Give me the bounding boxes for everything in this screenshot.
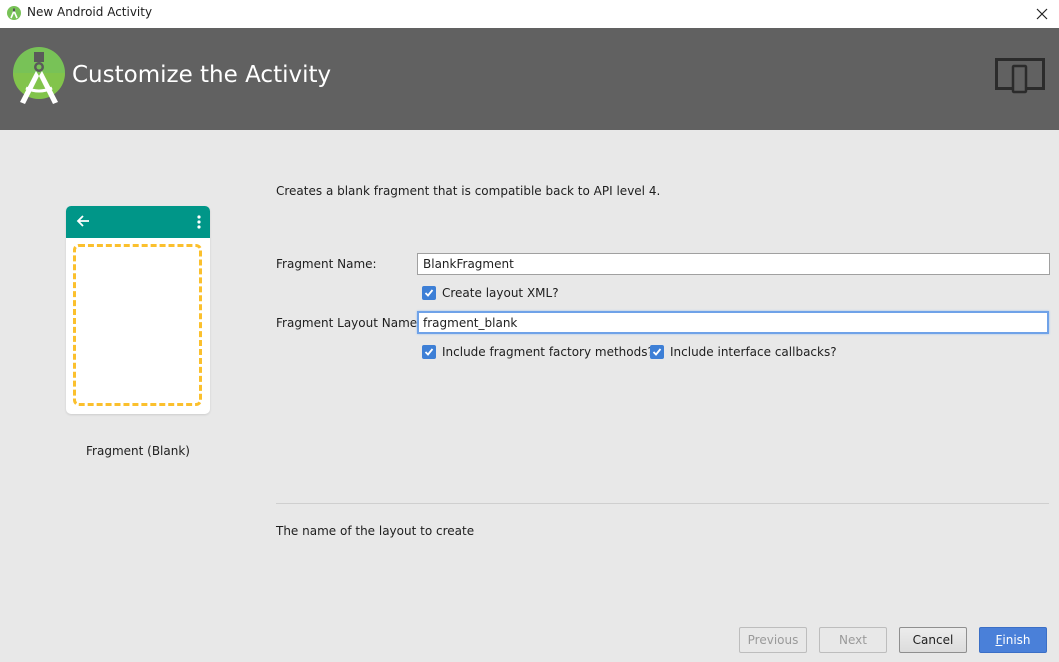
preview-app-bar [66, 206, 210, 238]
close-button[interactable] [1025, 0, 1059, 28]
checkmark-icon [652, 348, 662, 356]
page-title: Customize the Activity [72, 62, 332, 88]
window-titlebar: New Android Activity [0, 0, 1059, 28]
help-text: The name of the layout to create [276, 524, 475, 538]
device-form-factor-icon [995, 58, 1045, 94]
more-vert-icon [197, 215, 201, 229]
preview-label: Fragment (Blank) [86, 444, 190, 458]
template-description: Creates a blank fragment that is compati… [276, 184, 661, 198]
create-layout-xml-label: Create layout XML? [442, 286, 559, 300]
include-interface-callbacks-option[interactable]: Include interface callbacks? [650, 345, 837, 359]
divider [276, 503, 1049, 504]
include-interface-callbacks-checkbox[interactable] [650, 345, 664, 359]
checkmark-icon [424, 348, 434, 356]
create-layout-xml-option[interactable]: Create layout XML? [422, 286, 559, 300]
android-studio-icon [7, 6, 21, 20]
fragment-layout-name-label: Fragment Layout Name: [276, 316, 422, 330]
cancel-button[interactable]: Cancel [899, 627, 967, 653]
window-title: New Android Activity [27, 5, 153, 19]
fragment-name-input[interactable] [417, 253, 1050, 275]
fragment-layout-name-input[interactable] [417, 311, 1049, 334]
include-factory-methods-label: Include fragment factory methods? [442, 345, 654, 359]
next-button[interactable]: Next [819, 627, 887, 653]
fragment-preview [66, 206, 210, 414]
include-interface-callbacks-label: Include interface callbacks? [670, 345, 837, 359]
previous-button[interactable]: Previous [739, 627, 807, 653]
checkmark-icon [424, 289, 434, 297]
close-icon [1036, 8, 1048, 20]
arrow-back-icon [76, 215, 89, 227]
header-banner: Customize the Activity [0, 28, 1059, 130]
finish-mnemonic: F [995, 633, 1003, 647]
finish-label-rest: inish [1002, 633, 1031, 647]
android-studio-logo-icon [13, 47, 65, 104]
finish-button[interactable]: Finish [979, 627, 1047, 653]
fragment-name-label: Fragment Name: [276, 257, 377, 271]
create-layout-xml-checkbox[interactable] [422, 286, 436, 300]
fragment-placeholder [73, 244, 202, 406]
include-factory-methods-checkbox[interactable] [422, 345, 436, 359]
include-factory-methods-option[interactable]: Include fragment factory methods? [422, 345, 654, 359]
